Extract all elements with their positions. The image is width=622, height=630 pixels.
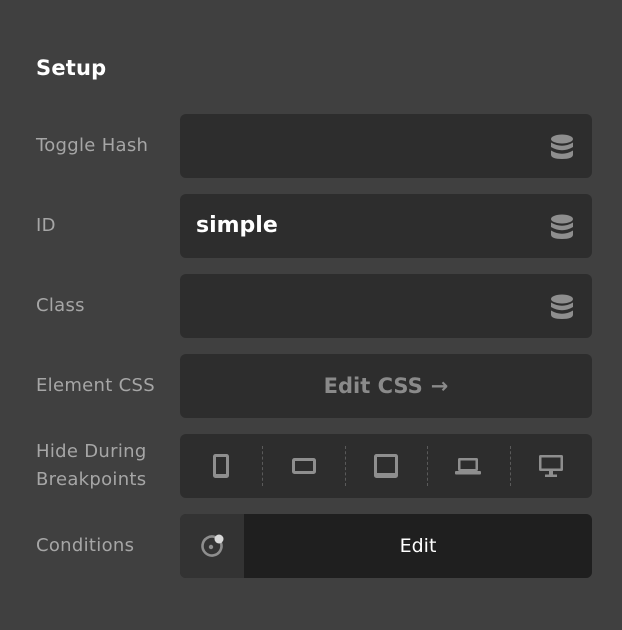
id-input[interactable]: simple bbox=[180, 194, 592, 258]
edit-css-button[interactable]: Edit CSS → bbox=[180, 354, 592, 418]
conditions-edit-button[interactable]: Edit bbox=[244, 514, 592, 578]
breakpoints-label: Hide During Breakpoints bbox=[36, 441, 147, 490]
id-row: ID simple bbox=[0, 194, 622, 258]
class-label: Class bbox=[36, 295, 85, 316]
id-value: simple bbox=[196, 213, 278, 238]
database-icon[interactable] bbox=[550, 214, 574, 240]
setup-panel: Setup Toggle Hash ID simple Class Elemen… bbox=[0, 0, 622, 630]
element-css-row: Element CSS Edit CSS → bbox=[0, 354, 622, 418]
toggle-hash-row: Toggle Hash bbox=[0, 114, 622, 178]
toggle-hash-input[interactable] bbox=[180, 114, 592, 178]
conditions-control: Edit bbox=[180, 514, 592, 578]
class-row: Class bbox=[0, 274, 622, 338]
tablet-landscape-icon bbox=[291, 458, 316, 474]
conditions-row: Conditions Edit bbox=[0, 514, 622, 578]
database-icon[interactable] bbox=[550, 134, 574, 160]
breakpoint-phone-button[interactable] bbox=[180, 434, 262, 498]
breakpoint-desktop-button[interactable] bbox=[509, 434, 592, 498]
arrow-right-icon: → bbox=[430, 374, 449, 398]
id-label: ID bbox=[36, 215, 56, 236]
section-title: Setup bbox=[36, 56, 107, 80]
desktop-icon bbox=[538, 455, 563, 477]
laptop-icon bbox=[455, 458, 482, 475]
breakpoint-laptop-button[interactable] bbox=[427, 434, 509, 498]
element-css-label: Element CSS bbox=[36, 375, 155, 396]
breakpoint-tablet-landscape-button[interactable] bbox=[262, 434, 344, 498]
conditions-label: Conditions bbox=[36, 535, 135, 556]
edit-css-label: Edit CSS bbox=[323, 374, 423, 398]
class-input[interactable] bbox=[180, 274, 592, 338]
conditions-icon bbox=[201, 534, 224, 557]
database-icon[interactable] bbox=[550, 294, 574, 320]
conditions-icon-button[interactable] bbox=[180, 514, 244, 578]
breakpoints-group bbox=[180, 434, 592, 498]
breakpoints-row: Hide During Breakpoints bbox=[0, 434, 622, 498]
tablet-icon bbox=[374, 454, 399, 478]
phone-icon bbox=[213, 454, 230, 478]
toggle-hash-label: Toggle Hash bbox=[36, 135, 149, 156]
breakpoint-tablet-button[interactable] bbox=[344, 434, 427, 498]
